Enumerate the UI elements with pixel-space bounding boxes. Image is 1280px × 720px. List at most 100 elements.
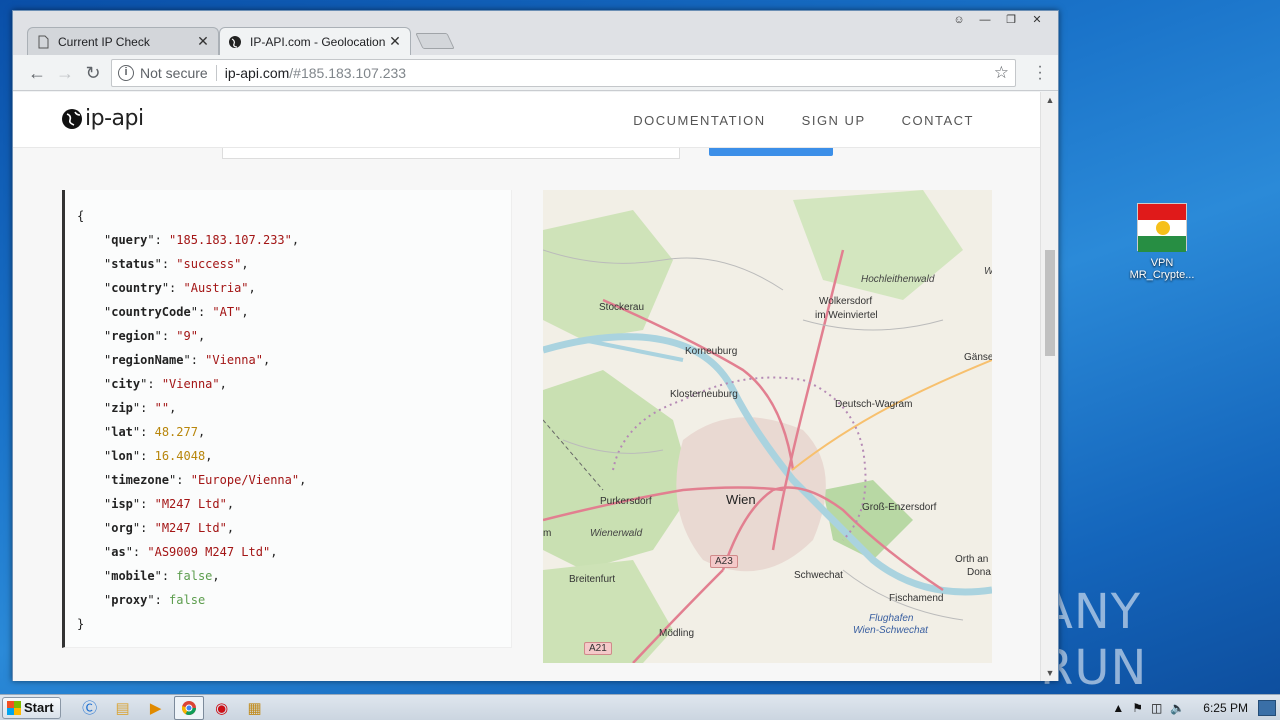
minimize-button[interactable]: — bbox=[972, 11, 998, 29]
json-value: "AS9009 M247 Ltd" bbox=[147, 545, 271, 559]
opera-icon[interactable]: ◉ bbox=[207, 696, 237, 720]
json-field-lat: "lat": 48.277, bbox=[104, 425, 206, 439]
json-value: 16.4048 bbox=[154, 449, 206, 463]
desktop-icon-label-line1: VPN bbox=[1150, 257, 1174, 269]
json-field-zip: "zip": "", bbox=[104, 401, 177, 415]
json-key: zip bbox=[111, 401, 133, 415]
json-value: "AT" bbox=[212, 305, 242, 319]
page-icon bbox=[38, 35, 49, 48]
scroll-down-arrow-icon[interactable]: ▼ bbox=[1041, 665, 1059, 681]
map-label-weinviertel: im Weinviertel bbox=[815, 310, 878, 321]
json-key: lon bbox=[111, 449, 133, 463]
map-label-stockerau: Stockerau bbox=[599, 302, 645, 313]
site-logo[interactable]: ip-api bbox=[61, 106, 144, 131]
url-host: ip-api.com bbox=[224, 65, 290, 81]
chrome-icon[interactable] bbox=[173, 695, 204, 720]
map-label-wien: Wien bbox=[726, 492, 756, 507]
scroll-up-arrow-icon[interactable]: ▲ bbox=[1041, 92, 1059, 108]
json-field-query: "query": "185.183.107.233", bbox=[104, 233, 300, 247]
url-path: /#185.183.107.233 bbox=[289, 65, 407, 81]
json-fields: "query": "185.183.107.233", "status": "su… bbox=[77, 228, 511, 612]
map-label-deutsch-wagram: Deutsch-Wagram bbox=[835, 399, 913, 410]
system-tray: ▲ ⚑ ◫ 🔈 6:25 PM bbox=[1108, 695, 1280, 720]
json-value: false bbox=[169, 593, 206, 607]
map-label-ganse: Gänse bbox=[964, 352, 992, 363]
json-close-brace: } bbox=[77, 617, 85, 631]
globe-logo-icon bbox=[62, 108, 82, 129]
json-value: "9" bbox=[176, 329, 198, 343]
json-field-country: "country": "Austria", bbox=[104, 281, 256, 295]
map-label-purkersdorf: Purkersdorf bbox=[600, 496, 652, 507]
location-map[interactable]: Hochleithenwald Stockerau Wolkersdorf im… bbox=[543, 190, 992, 663]
security-label: Not secure bbox=[140, 65, 208, 81]
map-label-gross-enzersdorf: Groß-Enzersdorf bbox=[862, 502, 937, 513]
json-value: "185.183.107.233" bbox=[169, 233, 292, 247]
file-explorer-icon[interactable]: ▤ bbox=[108, 696, 138, 720]
json-field-org: "org": "M247 Ltd", bbox=[104, 521, 235, 535]
tab-close-icon[interactable]: ✕ bbox=[388, 33, 402, 50]
map-label-orth: Orth an bbox=[955, 554, 989, 565]
map-label-wien-schwechat: Wien-Schwechat bbox=[853, 625, 928, 636]
page-scrollbar[interactable]: ▲ ▼ bbox=[1040, 92, 1058, 681]
new-tab-button[interactable] bbox=[415, 33, 455, 49]
action-center-flag-icon[interactable]: ⚑ bbox=[1132, 701, 1143, 715]
info-icon[interactable]: i bbox=[118, 65, 134, 81]
desktop-icon-vpn[interactable]: VPN MR_Crypte... bbox=[1120, 200, 1204, 281]
ip-search-button[interactable] bbox=[709, 148, 833, 156]
watermark-text: ANY RUN bbox=[1040, 584, 1148, 696]
bookmark-star-icon[interactable]: ☆ bbox=[994, 63, 1009, 83]
close-window-button[interactable]: ✕ bbox=[1024, 11, 1050, 29]
json-key: isp bbox=[111, 497, 133, 511]
forward-arrow-icon[interactable]: → bbox=[53, 61, 77, 85]
volume-icon[interactable]: 🔈 bbox=[1170, 701, 1185, 715]
address-separator bbox=[215, 65, 217, 81]
clock[interactable]: 6:25 PM bbox=[1203, 701, 1248, 715]
map-label-m: m bbox=[543, 528, 552, 539]
json-value: "M247 Ltd" bbox=[154, 497, 227, 511]
network-icon[interactable]: ◫ bbox=[1151, 701, 1162, 715]
tab-title: Current IP Check bbox=[58, 34, 150, 49]
nav-documentation[interactable]: DOCUMENTATION bbox=[633, 113, 765, 128]
map-label-modling: Mödling bbox=[659, 628, 695, 639]
restore-button[interactable]: ❐ bbox=[998, 11, 1024, 29]
json-key: region bbox=[111, 329, 155, 343]
taskbar: Start Ⓒ ▤ ▶ ◉ ▦ ▲ ⚑ ◫ 🔈 6:25 PM bbox=[0, 694, 1280, 720]
back-arrow-icon[interactable]: ← bbox=[25, 61, 49, 85]
site-nav: DOCUMENTATION SIGN UP CONTACT bbox=[633, 113, 974, 128]
scroll-thumb[interactable] bbox=[1045, 250, 1055, 356]
menu-kebab-icon[interactable]: · · · bbox=[1036, 59, 1044, 87]
media-player-icon[interactable]: ▶ bbox=[141, 696, 171, 720]
json-field-status: "status": "success", bbox=[104, 257, 249, 271]
json-value: "success" bbox=[176, 257, 242, 271]
internet-explorer-icon[interactable]: Ⓒ bbox=[75, 696, 105, 720]
json-field-proxy: "proxy": false bbox=[104, 593, 206, 607]
json-field-timezone: "timezone": "Europe/Vienna", bbox=[104, 473, 307, 487]
app-window-icon[interactable]: ▦ bbox=[240, 696, 270, 720]
map-label-w: W bbox=[984, 266, 992, 277]
reload-icon[interactable]: ↻ bbox=[81, 61, 105, 85]
nav-contact[interactable]: CONTACT bbox=[902, 113, 974, 128]
desktop-icon-label-line2: MR_Crypte... bbox=[1129, 269, 1195, 281]
tab-ip-api[interactable]: IP-API.com - Geolocation AP ✕ bbox=[219, 27, 411, 55]
start-label: Start bbox=[24, 700, 54, 715]
show-desktop-button[interactable] bbox=[1258, 700, 1276, 716]
ip-search-input[interactable] bbox=[222, 148, 680, 159]
json-key: mobile bbox=[111, 569, 155, 583]
json-value: "Vienna" bbox=[161, 377, 220, 391]
nav-sign-up[interactable]: SIGN UP bbox=[802, 113, 866, 128]
json-field-isp: "isp": "M247 Ltd", bbox=[104, 497, 235, 511]
map-label-korneuburg: Korneuburg bbox=[685, 346, 738, 357]
address-bar[interactable]: i Not secure ip-api.com /#185.183.107.23… bbox=[111, 59, 1016, 87]
start-button[interactable]: Start bbox=[2, 696, 61, 719]
json-key: lat bbox=[111, 425, 133, 439]
tab-current-ip-check[interactable]: Current IP Check ✕ bbox=[27, 27, 219, 55]
json-key: countryCode bbox=[111, 305, 191, 319]
anyrun-watermark: ANY RUN bbox=[1040, 584, 1240, 696]
map-label-flughafen: Flughafen bbox=[869, 613, 914, 624]
tab-close-icon[interactable]: ✕ bbox=[196, 33, 210, 50]
profile-icon[interactable]: ☺ bbox=[946, 11, 972, 29]
map-label-fischamend: Fischamend bbox=[889, 593, 944, 604]
tray-expand-icon[interactable]: ▲ bbox=[1112, 701, 1124, 715]
json-key: proxy bbox=[111, 593, 148, 607]
json-key: regionName bbox=[111, 353, 184, 367]
